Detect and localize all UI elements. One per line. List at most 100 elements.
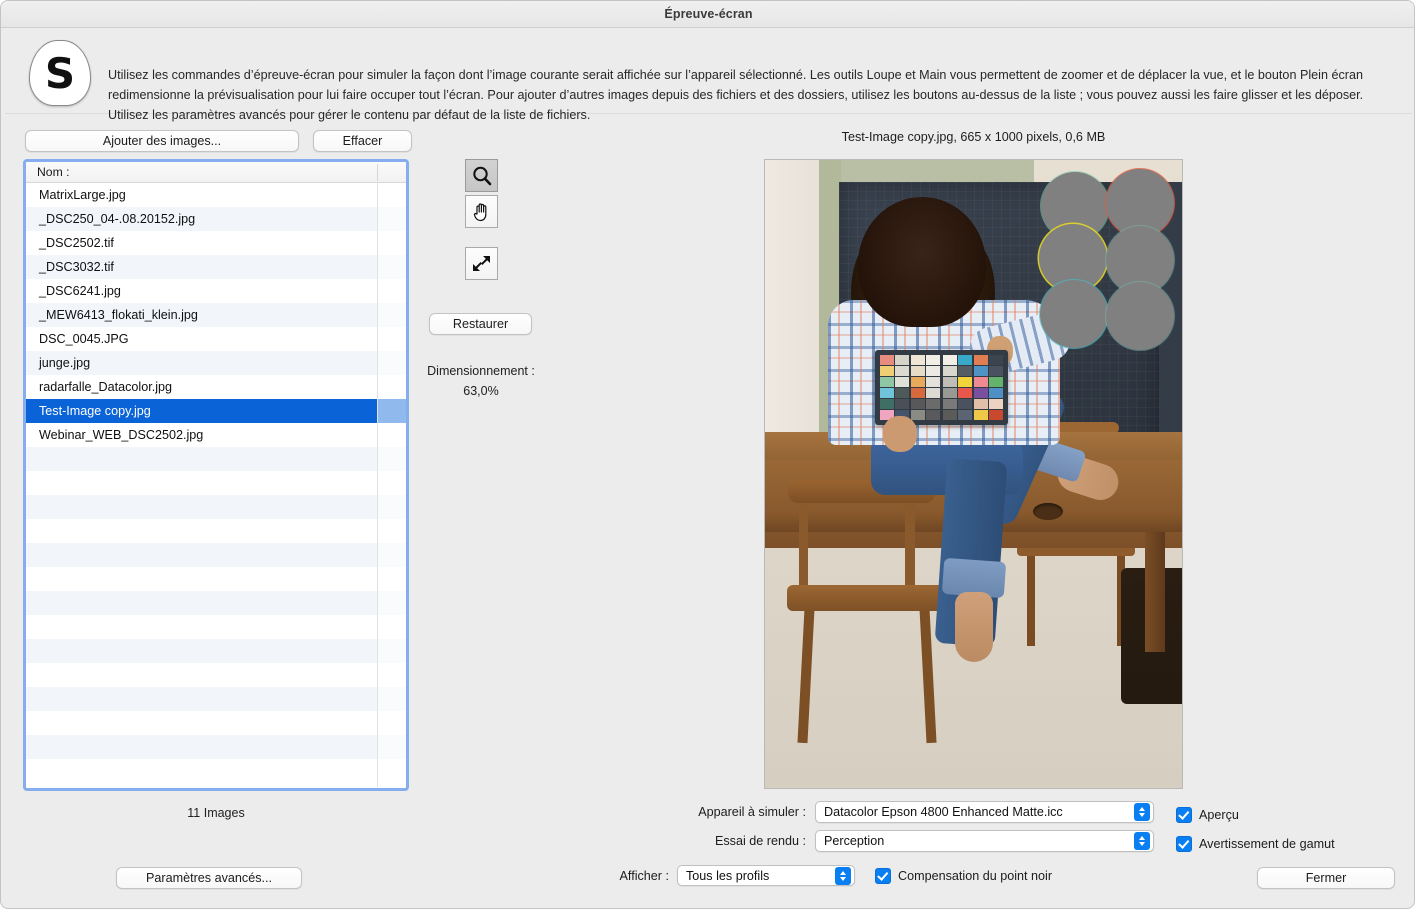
file-list-item[interactable]: _DSC2502.tif [26,231,406,255]
checker-swatch [989,377,1003,387]
checker-swatch [989,366,1003,376]
gamut-warning-checkbox[interactable] [1176,836,1192,852]
show-label: Afficher : [619,869,669,883]
file-list-empty-row[interactable] [26,447,406,471]
checker-swatch [943,366,957,376]
file-list-body[interactable]: MatrixLarge.jpg _DSC250_04-.08.20152.jpg _… [26,183,406,787]
column-header-name[interactable]: Nom : [26,165,70,179]
file-list-empty-row[interactable] [26,591,406,615]
checker-swatch [880,377,894,387]
chevron-up-down-icon[interactable] [1134,832,1150,850]
file-list-item[interactable]: MatrixLarge.jpg [26,183,406,207]
checker-swatch [895,355,910,365]
hand-tool-button[interactable] [465,195,498,228]
checker-swatch [958,410,973,420]
clear-list-button[interactable]: Effacer [313,130,412,152]
zoom-tool-button[interactable] [465,159,498,192]
rendering-intent-value: Perception [824,834,885,848]
file-list-item[interactable]: junge.jpg [26,351,406,375]
file-list-item[interactable]: Test-Image copy.jpg [26,399,406,423]
gamut-checkbox-label: Avertissement de gamut [1199,837,1335,851]
column-divider[interactable] [377,164,378,181]
checker-swatch [910,366,925,376]
file-list-empty-row[interactable] [26,735,406,759]
file-list-empty-row[interactable] [26,543,406,567]
checker-swatch [926,377,940,387]
preview-checkbox-row[interactable]: Aperçu [1176,807,1239,823]
checker-swatch [943,377,957,387]
gamut-checkbox-row[interactable]: Avertissement de gamut [1176,836,1335,852]
file-list-empty-row[interactable] [26,711,406,735]
show-profiles-select[interactable]: Tous les profils [677,865,855,886]
checker-swatch [895,399,910,409]
blackpoint-compensation-checkbox[interactable] [875,868,891,884]
file-list-item[interactable]: _DSC250_04-.08.20152.jpg [26,207,406,231]
checker-swatch [973,388,988,398]
gamut-warning-circle [1040,280,1108,348]
checker-swatch [910,399,925,409]
checker-swatch [958,366,973,376]
add-images-button[interactable]: Ajouter des images... [25,130,299,152]
file-list-empty-row[interactable] [26,639,406,663]
checker-swatch [943,355,957,365]
checker-swatch [880,366,894,376]
checker-swatch [989,410,1003,420]
checker-swatch [926,388,940,398]
advanced-settings-button[interactable]: Paramètres avancés... [116,867,302,889]
file-list-empty-row[interactable] [26,687,406,711]
file-list-item[interactable]: _MEW6413_flokati_klein.jpg [26,303,406,327]
file-list-item[interactable]: radarfalle_Datacolor.jpg [26,375,406,399]
color-checker-chart [875,350,1008,425]
close-button[interactable]: Fermer [1257,867,1395,889]
file-list-empty-row[interactable] [26,567,406,591]
preview-photograph [765,160,1182,788]
checker-swatch [989,355,1003,365]
file-list-item[interactable]: _DSC3032.tif [26,255,406,279]
checker-swatch [895,377,910,387]
checker-swatch [958,355,973,365]
fullscreen-arrows-icon [473,256,490,271]
checker-swatch [973,355,988,365]
checker-swatch [973,410,988,420]
checker-swatch [880,355,894,365]
blackpoint-checkbox-label: Compensation du point noir [898,869,1053,883]
checker-swatch [895,388,910,398]
blackpoint-checkbox-row[interactable]: Compensation du point noir [875,868,1052,884]
checker-swatch [910,377,925,387]
restore-button[interactable]: Restaurer [429,313,532,335]
preview-caption: Test-Image copy.jpg, 665 x 1000 pixels, … [841,130,1106,144]
fullscreen-tool-button[interactable] [465,247,498,280]
scaling-value: 63,0% [463,384,499,398]
checker-swatch [895,366,910,376]
header-panel: S Utilisez les commandes d’épreuve-écran… [5,29,1412,122]
preview-checkbox[interactable] [1176,807,1192,823]
device-label: Appareil à simuler : [698,805,806,819]
checker-swatch [973,366,988,376]
chevron-up-down-icon[interactable] [835,866,851,885]
file-list-item[interactable]: DSC_0045.JPG [26,327,406,351]
file-list-empty-row[interactable] [26,759,406,783]
window-title: Épreuve-écran [664,7,753,21]
file-list-item[interactable]: _DSC6241.jpg [26,279,406,303]
chevron-up-down-icon[interactable] [1134,803,1150,821]
file-list-empty-row[interactable] [26,519,406,543]
device-select[interactable]: Datacolor Epson 4800 Enhanced Matte.icc [815,801,1154,823]
file-list-item[interactable]: Webinar_WEB_DSC2502.jpg [26,423,406,447]
file-list-empty-row[interactable] [26,615,406,639]
file-list-empty-row[interactable] [26,495,406,519]
file-list-empty-row[interactable] [26,471,406,495]
logo-letter: S [44,49,76,98]
checker-swatch [910,388,925,398]
rendering-intent-select[interactable]: Perception [815,830,1154,852]
image-preview[interactable] [764,159,1183,789]
checker-swatch [926,410,940,420]
checker-right-panel [943,355,1003,420]
checker-swatch [973,377,988,387]
checker-swatch [943,410,957,420]
checker-left-panel [880,355,940,420]
show-profiles-value: Tous les profils [686,868,770,883]
intent-label: Essai de rendu : [714,834,806,848]
file-list-empty-row[interactable] [26,663,406,687]
file-list[interactable]: Nom : MatrixLarge.jpg _DSC250_04-.08.2015… [23,159,409,791]
checker-swatch [910,410,925,420]
